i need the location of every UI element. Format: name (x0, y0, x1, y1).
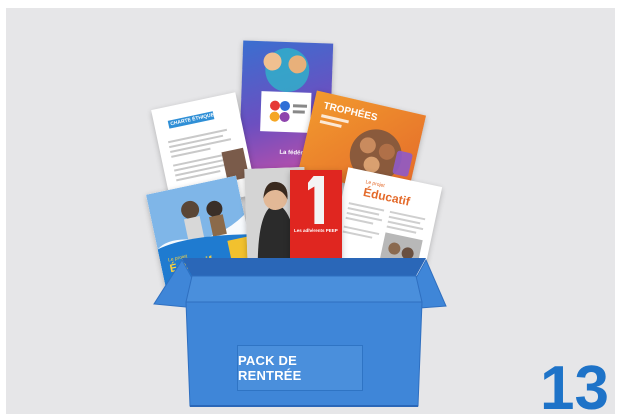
box-front-flap (185, 275, 423, 303)
box-inner-back (182, 258, 426, 276)
box-label: PACK DE RENTRÉE (238, 353, 302, 383)
box-label-plate: PACK DE RENTRÉE (237, 345, 363, 391)
page-number: 13 (540, 354, 609, 415)
pack-illustration: La fédération CHARTE ÉTHIQUE TROPHÉES Le… (6, 8, 615, 414)
